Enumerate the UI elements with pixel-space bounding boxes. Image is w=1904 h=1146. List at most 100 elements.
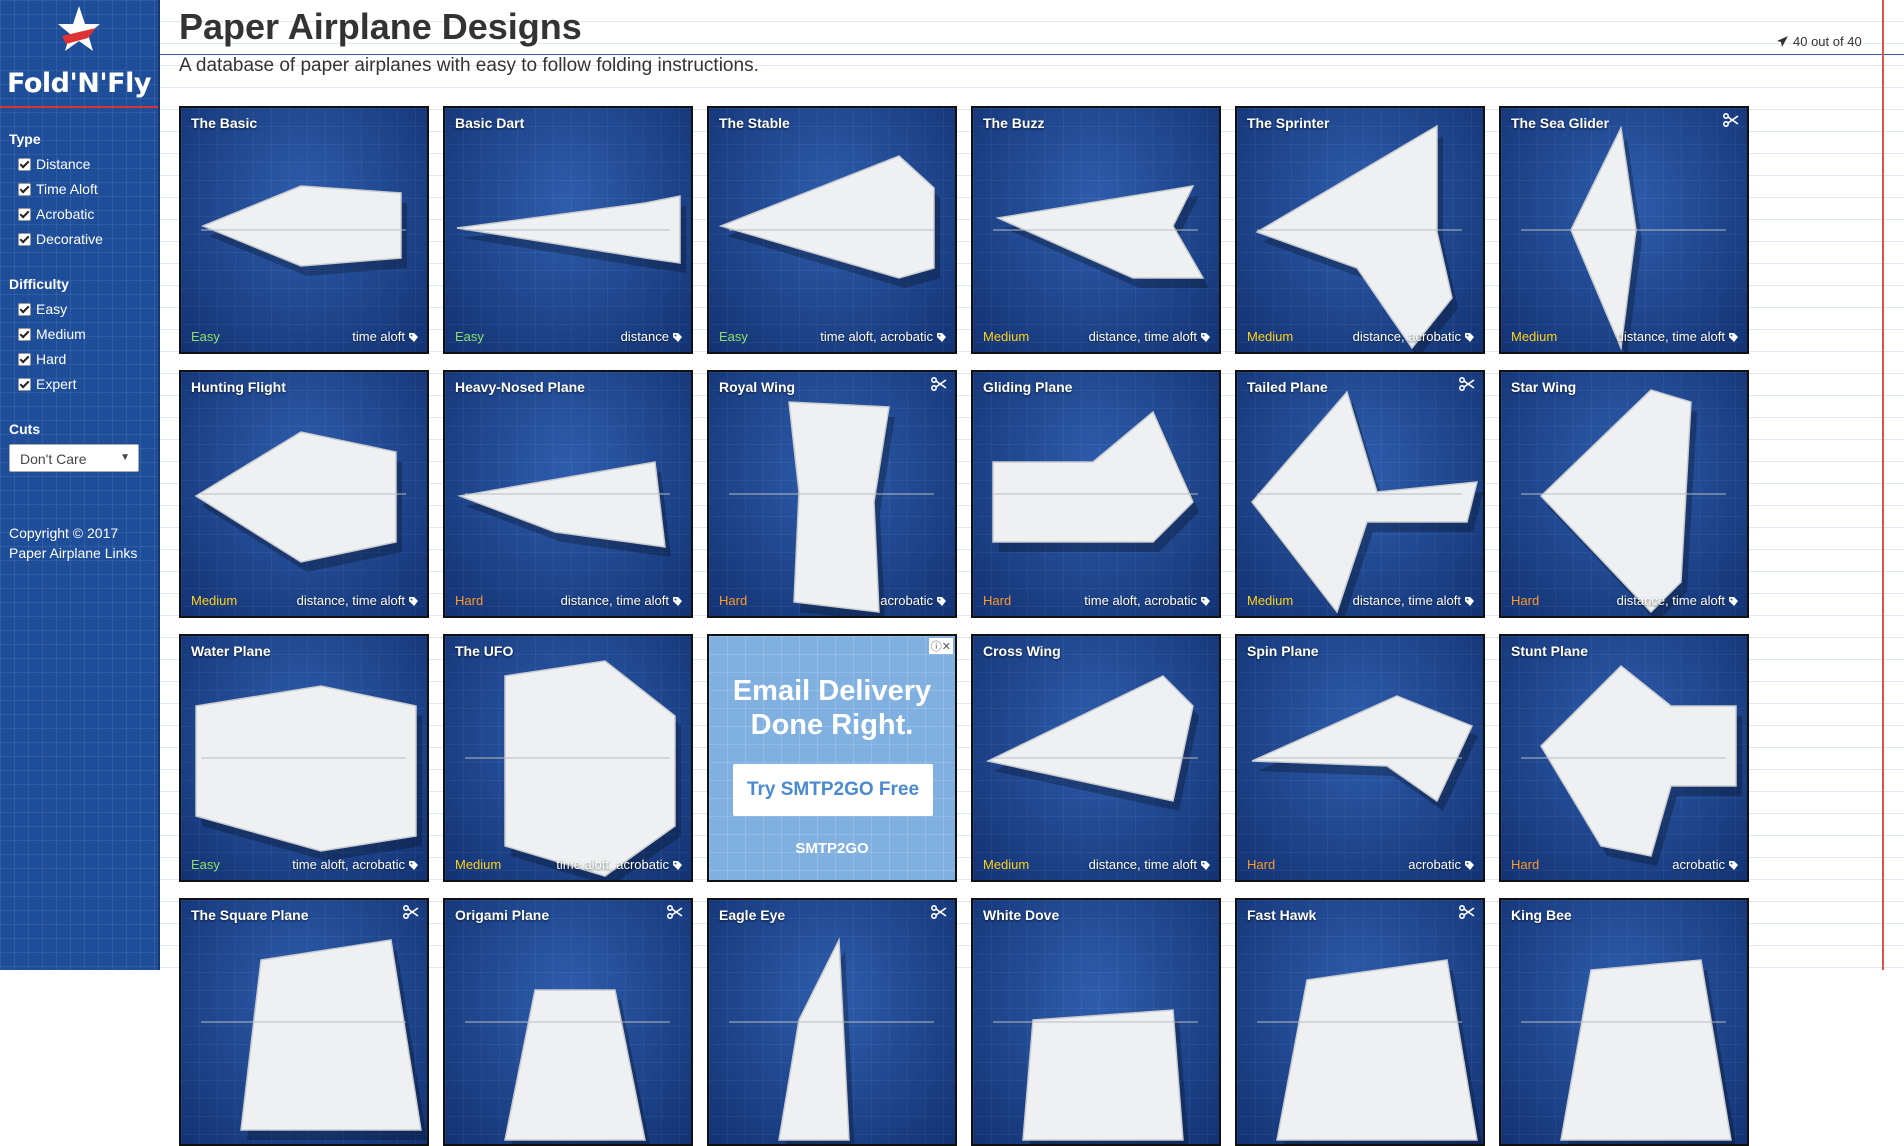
airplane-card[interactable]: The Square Plane xyxy=(179,898,429,1146)
airplane-card[interactable]: Stunt Plane Hard acrobatic xyxy=(1499,634,1749,882)
card-tags-text: distance, time aloft xyxy=(1616,329,1725,344)
checkbox-label: Decorative xyxy=(36,231,103,247)
card-tags-text: time aloft xyxy=(352,329,405,344)
airplane-card[interactable]: Spin Plane Hard acrobatic xyxy=(1235,634,1485,882)
airplane-illustration xyxy=(729,937,934,1144)
airplane-illustration xyxy=(993,185,1209,288)
card-title: King Bee xyxy=(1511,907,1572,923)
card-difficulty: Easy xyxy=(719,329,748,344)
checkbox-icon[interactable] xyxy=(18,207,31,221)
type-filter-title: Type xyxy=(9,131,41,147)
card-tags: time aloft xyxy=(352,329,419,344)
airplane-card[interactable]: King Bee xyxy=(1499,898,1749,1146)
airplane-card[interactable]: The Buzz Medium distance, time aloft xyxy=(971,106,1221,354)
checkbox-icon[interactable] xyxy=(18,232,31,246)
checkbox-icon[interactable] xyxy=(18,182,31,196)
card-title: The Buzz xyxy=(983,115,1045,131)
checkbox-label: Hard xyxy=(36,351,67,367)
airplane-card[interactable]: The Sprinter Medium distance, acrobatic xyxy=(1235,106,1485,354)
airplane-card[interactable]: Basic Dart Easy distance xyxy=(443,106,693,354)
tag-icon xyxy=(936,595,947,606)
card-title: Spin Plane xyxy=(1247,643,1319,659)
card-difficulty: Hard xyxy=(719,593,748,608)
difficulty-checkbox-expert[interactable]: Expert xyxy=(18,376,76,392)
airplane-illustration xyxy=(465,660,681,880)
airplane-card[interactable]: Water Plane Easy time aloft, acrobatic xyxy=(179,634,429,882)
checkbox-icon[interactable] xyxy=(18,302,31,316)
airplane-card[interactable]: Fast Hawk xyxy=(1235,898,1485,1146)
checkbox-icon[interactable] xyxy=(18,352,31,366)
card-difficulty: Medium xyxy=(1511,329,1558,344)
logo[interactable]: Fold'N'Fly xyxy=(0,4,158,104)
card-tags: distance, time aloft xyxy=(1353,593,1475,608)
airplane-card[interactable]: Hunting Flight Medium distance, time aloft xyxy=(179,370,429,618)
checkbox-label: Easy xyxy=(36,301,68,317)
airplane-card[interactable]: The UFO Medium time aloft, acrobatic xyxy=(443,634,693,882)
card-title: The Square Plane xyxy=(191,907,309,923)
airplane-card[interactable]: Eagle Eye xyxy=(707,898,957,1146)
logo-divider xyxy=(0,106,158,108)
scissors-icon xyxy=(1458,376,1475,392)
type-checkbox-acrobatic[interactable]: Acrobatic xyxy=(18,206,94,222)
card-tags-text: distance, time aloft xyxy=(296,593,405,608)
scissors-icon xyxy=(402,904,419,920)
checkbox-icon[interactable] xyxy=(18,377,31,391)
page-title: Paper Airplane Designs xyxy=(179,6,582,47)
checkbox-icon[interactable] xyxy=(18,327,31,341)
card-title: Basic Dart xyxy=(455,115,525,131)
airplane-card[interactable]: Heavy-Nosed Plane Hard distance, time alof… xyxy=(443,370,693,618)
airplane-card[interactable]: Tailed Plane Medium distance, time aloft xyxy=(1235,370,1485,618)
airplane-illustration xyxy=(456,195,686,273)
scissors-icon xyxy=(666,904,683,920)
results-count: 40 out of 40 xyxy=(1776,34,1862,49)
difficulty-checkbox-hard[interactable]: Hard xyxy=(18,351,66,367)
card-title: The Sprinter xyxy=(1247,115,1330,131)
airplane-card[interactable]: The Basic Easy time aloft xyxy=(179,106,429,354)
card-title: Royal Wing xyxy=(719,379,796,395)
copyright-line: Copyright © 2017 xyxy=(9,525,119,541)
results-count-text: 40 out of 40 xyxy=(1793,34,1862,49)
checkbox-icon[interactable] xyxy=(18,157,31,171)
card-title: Origami Plane xyxy=(455,907,550,923)
airplane-illustration xyxy=(1255,124,1462,352)
ad-brand: SMTP2GO xyxy=(795,840,869,857)
airplane-card[interactable]: White Dove xyxy=(971,898,1221,1146)
card-tags-text: distance, time aloft xyxy=(1088,857,1197,872)
type-checkbox-time-aloft[interactable]: Time Aloft xyxy=(18,181,98,197)
airplane-illustration xyxy=(201,939,427,1140)
card-difficulty: Hard xyxy=(983,593,1012,608)
ad-close-icon[interactable]: ⓘ✕ xyxy=(928,638,953,654)
card-difficulty: Medium xyxy=(191,593,238,608)
airplane-illustration xyxy=(465,989,670,1144)
card-tags-text: distance, time aloft xyxy=(1088,329,1197,344)
ad-cta-button[interactable]: Try SMTP2GO Free xyxy=(733,764,933,816)
card-tags-text: acrobatic xyxy=(1672,857,1725,872)
cuts-select[interactable]: Don't Care ▼ xyxy=(9,444,139,472)
difficulty-checkbox-medium[interactable]: Medium xyxy=(18,326,86,342)
card-tags-text: distance xyxy=(620,329,669,344)
copyright-link[interactable]: Paper Airplane Links xyxy=(9,543,137,563)
type-checkbox-decorative[interactable]: Decorative xyxy=(18,231,103,247)
card-title: Stunt Plane xyxy=(1511,643,1589,659)
advertisement[interactable]: ⓘ✕ Email Delivery Done Right. Try SMTP2G… xyxy=(707,634,957,882)
card-title: Heavy-Nosed Plane xyxy=(455,379,585,395)
tag-icon xyxy=(1464,859,1475,870)
card-tags-text: acrobatic xyxy=(1408,857,1461,872)
card-title: Cross Wing xyxy=(983,643,1061,659)
difficulty-checkbox-easy[interactable]: Easy xyxy=(18,301,67,317)
airplane-card[interactable]: The Stable Easy time aloft, acrobatic xyxy=(707,106,957,354)
checkbox-label: Medium xyxy=(36,326,86,342)
airplane-card[interactable]: Origami Plane xyxy=(443,898,693,1146)
airplane-card[interactable]: Gliding Plane Hard time aloft, acrobatic xyxy=(971,370,1221,618)
airplane-card[interactable]: Royal Wing Hard acrobatic xyxy=(707,370,957,618)
card-tags: acrobatic xyxy=(1408,857,1475,872)
card-difficulty: Hard xyxy=(455,593,484,608)
cuts-filter-title: Cuts xyxy=(9,421,41,437)
difficulty-filter-title: Difficulty xyxy=(9,276,69,292)
airplane-card[interactable]: Cross Wing Medium distance, time aloft xyxy=(971,634,1221,882)
scissors-icon xyxy=(930,376,947,392)
type-checkbox-distance[interactable]: Distance xyxy=(18,156,90,172)
airplane-card[interactable]: The Sea Glider Medium distance, time aloft xyxy=(1499,106,1749,354)
card-tags: distance, time aloft xyxy=(561,593,683,608)
airplane-card[interactable]: Star Wing Hard distance, time aloft xyxy=(1499,370,1749,618)
